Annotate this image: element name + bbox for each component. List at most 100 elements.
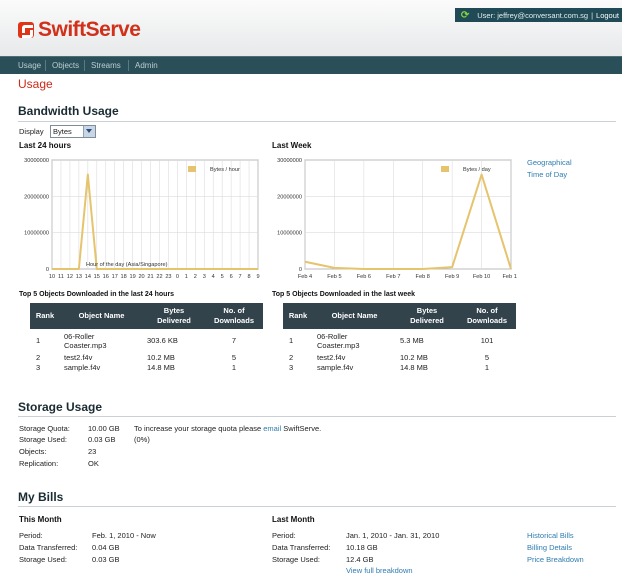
top24-table: Rank Object Name Bytes Delivered No. of … bbox=[30, 303, 263, 372]
x-tick-label: 16 bbox=[103, 274, 109, 280]
plot-area bbox=[51, 159, 259, 270]
table-row: 2 test2.f4v 10.2 MB 5 bbox=[30, 352, 263, 362]
top24-title: Top 5 Objects Downloaded in the last 24 … bbox=[19, 291, 175, 298]
x-tick-label: 12 bbox=[67, 274, 73, 280]
x-tick-label: 3 bbox=[203, 274, 206, 280]
display-label: Display bbox=[19, 127, 44, 136]
y-tick-label: 10000000 bbox=[277, 231, 302, 237]
billing-details-link[interactable]: Billing Details bbox=[527, 543, 572, 552]
x-tick-label: 17 bbox=[112, 274, 118, 280]
x-tick-label: 10 bbox=[49, 274, 55, 280]
swiftserve-logo[interactable]: Swift Serve bbox=[18, 18, 141, 42]
page-title: Usage bbox=[18, 77, 53, 91]
rank-cell: 1 bbox=[36, 336, 41, 345]
nav-admin[interactable]: Admin bbox=[135, 61, 158, 70]
nav-divider bbox=[45, 60, 46, 71]
nav-usage[interactable]: Usage bbox=[18, 61, 41, 70]
column-header: Object Name bbox=[60, 303, 143, 329]
downloads-cell: 101 bbox=[480, 336, 494, 345]
period-value: Jan. 1, 2010 - Jan. 31, 2010 bbox=[346, 531, 440, 540]
column-header: Rank bbox=[30, 303, 60, 329]
x-tick-label: 18 bbox=[121, 274, 127, 280]
display-select[interactable]: Bytes bbox=[50, 125, 96, 138]
x-tick-label: 7 bbox=[239, 274, 242, 280]
storage-quota-value: 10.00 GB bbox=[88, 424, 120, 433]
x-tick-label: 14 bbox=[85, 274, 91, 280]
table-row: 3 sample.f4v 14.8 MB 1 bbox=[283, 362, 516, 372]
divider bbox=[18, 121, 616, 122]
rank-cell: 2 bbox=[36, 352, 41, 362]
object-name-cell: 06-Roller Coaster.mp3 bbox=[64, 331, 107, 350]
divider bbox=[18, 416, 616, 417]
brand-swift: Swift bbox=[38, 18, 86, 41]
x-tick-label: 22 bbox=[156, 274, 162, 280]
period-value: Feb. 1, 2010 - Now bbox=[92, 531, 156, 540]
bytes-cell: 10.2 MB bbox=[400, 352, 428, 362]
y-tick-label: 10000000 bbox=[24, 231, 49, 237]
view-full-breakdown-link[interactable]: View full breakdown bbox=[346, 566, 413, 575]
objects-label: Objects: bbox=[19, 447, 47, 456]
nav-objects[interactable]: Objects bbox=[52, 61, 79, 70]
bytes-cell: 14.8 MB bbox=[400, 362, 428, 372]
storage-used-label: Storage Used: bbox=[19, 555, 67, 564]
lastweek-title: Last Week bbox=[272, 141, 312, 150]
x-tick-label: 8 bbox=[247, 274, 250, 280]
display-select-value: Bytes bbox=[53, 127, 72, 136]
bandwidth-heading: Bandwidth Usage bbox=[18, 104, 119, 118]
brand-serve: Serve bbox=[85, 18, 141, 41]
column-header: Rank bbox=[283, 303, 313, 329]
time-of-day-link[interactable]: Time of Day bbox=[527, 170, 567, 179]
x-tick-label: 11 bbox=[58, 274, 64, 280]
x-tick-label: 4 bbox=[212, 274, 215, 280]
logout-link[interactable]: Logout bbox=[596, 11, 619, 20]
x-tick-label: 21 bbox=[147, 274, 153, 280]
table-row: 2 test2.f4v 10.2 MB 5 bbox=[283, 352, 516, 362]
data-transferred-label: Data Transferred: bbox=[272, 543, 331, 552]
x-tick-label: 0 bbox=[176, 274, 179, 280]
header: Swift Serve ⟳ User: jeffrey@conversant.co… bbox=[0, 0, 622, 56]
historical-bills-link[interactable]: Historical Bills bbox=[527, 531, 574, 540]
y-tick-label: 0 bbox=[46, 267, 49, 273]
bytes-cell: 5.3 MB bbox=[400, 336, 424, 345]
user-bar: ⟳ User: jeffrey@conversant.com.sg | Logo… bbox=[454, 8, 622, 22]
x-tick-label: 13 bbox=[76, 274, 82, 280]
topweek-title: Top 5 Objects Downloaded in the last wee… bbox=[272, 291, 416, 298]
price-breakdown-link[interactable]: Price Breakdown bbox=[527, 555, 584, 564]
objects-value: 23 bbox=[88, 447, 97, 456]
last24-title: Last 24 hours bbox=[19, 141, 72, 150]
data-transferred-value: 0.04 GB bbox=[92, 543, 120, 552]
chevron-down-icon bbox=[83, 126, 95, 137]
object-name-cell: sample.f4v bbox=[64, 362, 101, 372]
quota-note: To increase your storage quota please em… bbox=[134, 424, 321, 433]
x-tick-label: 19 bbox=[129, 274, 135, 280]
nav-divider bbox=[128, 60, 129, 71]
table-row: 1 06-Roller Coaster.mp3 303.6 KB 7 bbox=[30, 329, 263, 352]
x-tick-label: 1 bbox=[185, 274, 188, 280]
x-tick-label: 20 bbox=[138, 274, 144, 280]
x-tick-label: 23 bbox=[165, 274, 171, 280]
period-label: Period: bbox=[272, 531, 296, 540]
table-row: 3 sample.f4v 14.8 MB 1 bbox=[30, 362, 263, 372]
topweek-table: Rank Object Name Bytes Delivered No. of … bbox=[283, 303, 516, 372]
x-tick-label: Feb 8 bbox=[416, 274, 430, 280]
downloads-cell: 1 bbox=[231, 362, 237, 372]
email-link[interactable]: email bbox=[263, 424, 281, 433]
x-tick-label: Feb 11 bbox=[503, 274, 518, 280]
downloads-cell: 7 bbox=[231, 336, 237, 345]
x-tick-label: Feb 4 bbox=[298, 274, 312, 280]
x-tick-label: Feb 6 bbox=[357, 274, 371, 280]
column-header: Object Name bbox=[313, 303, 396, 329]
last-month-title: Last Month bbox=[272, 515, 315, 524]
x-tick-label: 9 bbox=[256, 274, 259, 280]
nav-streams[interactable]: Streams bbox=[91, 61, 121, 70]
rank-cell: 2 bbox=[289, 352, 294, 362]
main-nav: Usage Objects Streams Admin bbox=[0, 56, 622, 74]
quota-note-text-end: SwiftServe. bbox=[283, 424, 322, 433]
geographical-link[interactable]: Geographical bbox=[527, 158, 572, 167]
rank-cell: 3 bbox=[289, 362, 294, 372]
storage-used-label: Storage Used: bbox=[19, 435, 67, 444]
downloads-cell: 5 bbox=[231, 352, 237, 362]
this-month-title: This Month bbox=[19, 515, 62, 524]
x-axis-label: Hour of the day (Asia/Singapore) bbox=[86, 262, 168, 268]
table-row: 1 06-Roller Coaster.mp3 5.3 MB 101 bbox=[283, 329, 516, 352]
